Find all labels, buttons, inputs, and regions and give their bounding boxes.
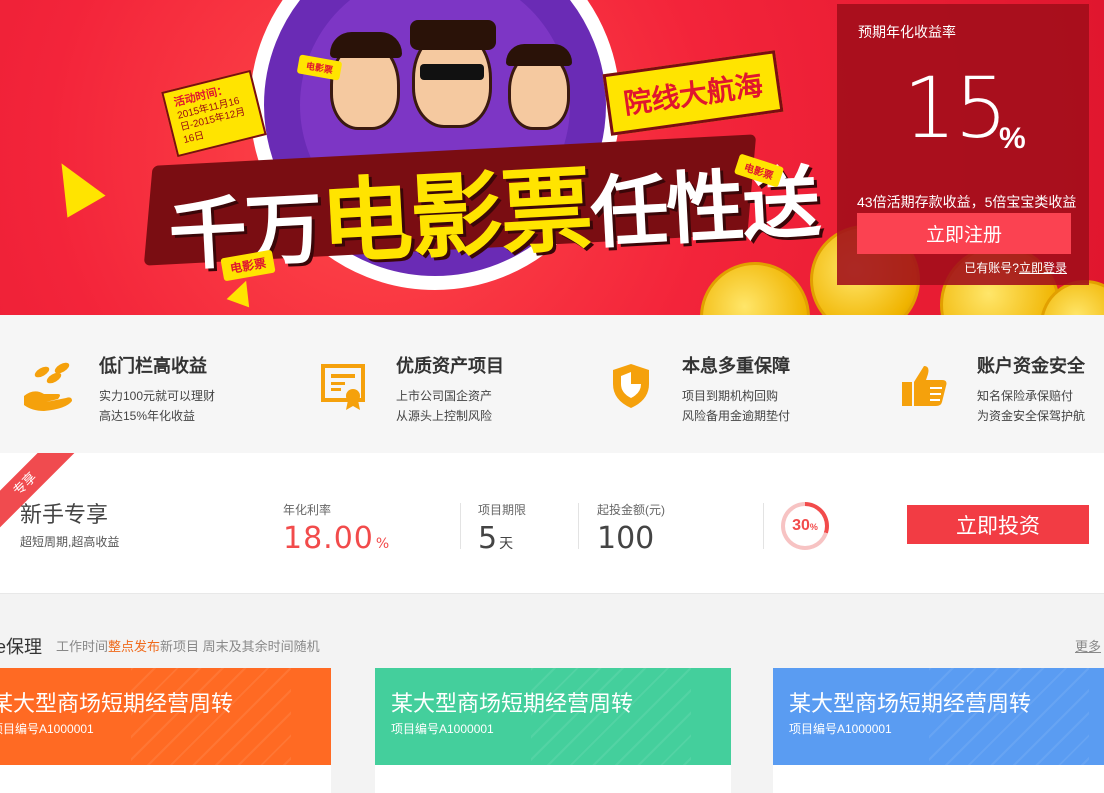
hair-right bbox=[506, 44, 572, 66]
term-label: 项目期限 bbox=[478, 503, 527, 517]
register-panel: 预期年化收益率 15 % 43倍活期存款收益，5倍宝宝类收益 立即注册 已有账号… bbox=[837, 4, 1089, 285]
register-button[interactable]: 立即注册 bbox=[857, 213, 1071, 254]
term-value: 5天 bbox=[478, 521, 514, 556]
progress-ring: 30% bbox=[781, 502, 829, 550]
divider bbox=[763, 503, 764, 549]
shield-icon bbox=[613, 364, 649, 408]
product-subtitle: 超短周期,超高收益 bbox=[20, 535, 120, 549]
min-investment: 起投金额(元) 100 bbox=[597, 501, 665, 554]
feature-title: 低门栏高收益 bbox=[99, 356, 207, 376]
newbie-product: 专享 新手专享 超短周期,超高收益 年化利率 18.00% 项目期限 5天 起投… bbox=[0, 453, 1104, 594]
hair-middle bbox=[410, 20, 496, 50]
divider bbox=[578, 503, 579, 549]
feature-line: 知名保险承保赔付 bbox=[977, 389, 1074, 403]
login-link[interactable]: 立即登录 bbox=[1019, 261, 1067, 275]
card-header: 某大型商场短期经营周转 项目编号A1000001 bbox=[773, 668, 1104, 788]
project-code: 项目编号A1000001 bbox=[789, 722, 892, 736]
progress-value: 30% bbox=[785, 506, 825, 546]
feature-line: 从源头上控制风险 bbox=[396, 409, 493, 423]
min-investment-label: 起投金额(元) bbox=[597, 503, 665, 517]
expected-rate-value: 15 bbox=[903, 59, 1008, 157]
project-card[interactable]: 某大型商场短期经营周转 项目编号A1000001 bbox=[0, 668, 331, 793]
card-header: 某大型商场短期经营周转 项目编号A1000001 bbox=[375, 668, 731, 788]
expected-rate-label: 预期年化收益率 bbox=[858, 24, 956, 40]
features-strip: 低门栏高收益 实力100元就可以理财 高达15%年化收益 优质资产项目 上市公司… bbox=[0, 315, 1104, 453]
product-title: 新手专享 bbox=[20, 502, 109, 527]
expected-rate-unit: % bbox=[999, 122, 1026, 155]
has-account-text: 已有账号? bbox=[964, 261, 1019, 275]
feature-title: 本息多重保障 bbox=[682, 356, 790, 376]
feature-line: 高达15%年化收益 bbox=[99, 409, 196, 423]
feature-title: 账户资金安全 bbox=[977, 356, 1085, 376]
min-investment-value: 100 bbox=[597, 521, 655, 556]
feature-line: 实力100元就可以理财 bbox=[99, 389, 216, 403]
term: 项目期限 5天 bbox=[478, 501, 526, 554]
divider bbox=[460, 503, 461, 549]
annual-rate-label: 年化利率 bbox=[283, 503, 332, 517]
thumbs-up-icon bbox=[902, 366, 947, 406]
sunglasses-icon bbox=[420, 64, 484, 80]
project-name: 某大型商场短期经营周转 bbox=[789, 691, 1032, 716]
banner-tagline: 院线大航海 bbox=[602, 50, 784, 136]
feature-line: 为资金安全保驾护航 bbox=[977, 409, 1086, 423]
confetti-triangle bbox=[42, 152, 106, 218]
certificate-icon bbox=[321, 364, 365, 410]
feature-line: 上市公司国企资产 bbox=[396, 389, 493, 403]
annual-rate-value: 18.00% bbox=[283, 521, 391, 556]
project-name: 某大型商场短期经营周转 bbox=[0, 691, 234, 716]
more-link[interactable]: 更多 bbox=[1075, 636, 1101, 655]
login-prompt: 已有账号?立即登录 bbox=[964, 259, 1067, 276]
hair-left bbox=[330, 32, 402, 58]
project-code: 项目编号A1000001 bbox=[391, 722, 494, 736]
rate-comparison-text: 43倍活期存款收益，5倍宝宝类收益 bbox=[857, 194, 1077, 210]
feature-line: 项目到期机构回购 bbox=[682, 389, 779, 403]
feature-title: 优质资产项目 bbox=[396, 356, 504, 376]
annual-rate: 年化利率 18.00% bbox=[283, 501, 390, 554]
card-header: 某大型商场短期经营周转 项目编号A1000001 bbox=[0, 668, 331, 788]
coin-icon bbox=[700, 262, 810, 315]
project-card[interactable]: 某大型商场短期经营周转 项目编号A1000001 bbox=[773, 668, 1104, 793]
coins-hand-icon bbox=[24, 362, 72, 411]
activity-time-tag: 活动时间： 2015年11月16日-2015年12月16日 bbox=[161, 69, 267, 158]
project-card[interactable]: 某大型商场短期经营周转 项目编号A1000001 bbox=[375, 668, 731, 793]
project-code: 项目编号A1000001 bbox=[0, 722, 94, 736]
section-note: 工作时间整点发布新项目 周末及其余时间随机 bbox=[56, 639, 320, 654]
feature-line: 风险备用金逾期垫付 bbox=[682, 409, 791, 423]
project-name: 某大型商场短期经营周转 bbox=[391, 691, 634, 716]
invest-button[interactable]: 立即投资 bbox=[907, 505, 1089, 544]
section-title: e保理 bbox=[0, 637, 43, 657]
